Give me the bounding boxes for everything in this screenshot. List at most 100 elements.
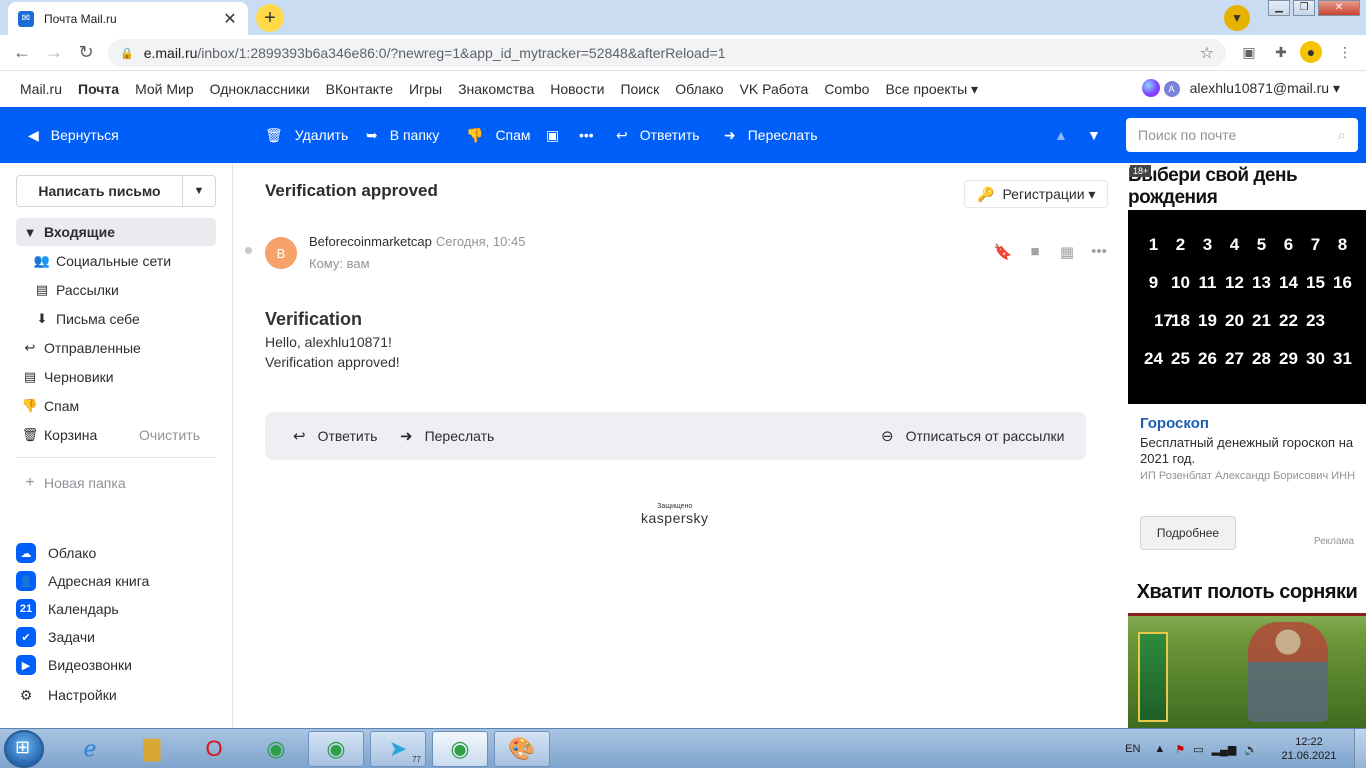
start-button[interactable] — [4, 730, 44, 768]
ad-more-button[interactable]: Подробнее — [1140, 516, 1236, 550]
birthday-banner[interactable]: 18+ Выбери свой день рождения 1234567891… — [1128, 163, 1366, 404]
previous-letter-button[interactable]: ▲ — [1054, 107, 1068, 163]
next-letter-button[interactable]: ▼ — [1087, 107, 1101, 163]
date-cell[interactable]: 28 — [1248, 349, 1275, 369]
chrome-window-icon[interactable]: ◉ — [308, 731, 364, 767]
download-icon[interactable]: ▼ — [1224, 5, 1250, 31]
weeds-banner[interactable]: Хватит полоть сорняки — [1128, 572, 1366, 728]
date-cell[interactable]: 24 — [1140, 349, 1167, 369]
new-tab-button[interactable]: + — [256, 4, 284, 32]
category-tag[interactable]: 🔑 Регистрации ▾ — [964, 180, 1109, 208]
flag-icon[interactable]: ⚑ — [1175, 743, 1185, 756]
url-field[interactable]: 🔒 e.mail.ru/inbox/1:2899393b6a346e86:0/?… — [108, 39, 1226, 67]
language-indicator[interactable]: EN — [1125, 743, 1140, 755]
date-cell[interactable]: 14 — [1275, 273, 1302, 293]
portal-link-vk[interactable]: ВКонтакте — [326, 81, 393, 97]
profile-icon[interactable]: ● — [1300, 41, 1322, 63]
sidebar-item-to-self[interactable]: ⬇ Письма себе — [16, 305, 216, 333]
date-cell[interactable]: 12 — [1221, 273, 1248, 293]
portal-link-moy-mir[interactable]: Мой Мир — [135, 81, 194, 97]
network-icon[interactable]: ▂▄▆ — [1212, 743, 1237, 756]
paint-icon[interactable]: 🎨 — [494, 731, 550, 767]
sidebar-item-drafts[interactable]: ▤ Черновики — [16, 363, 216, 391]
device-icon[interactable]: ▭ — [1193, 743, 1203, 756]
browser-tab[interactable]: ✉ Почта Mail.ru ✕ — [8, 2, 248, 35]
forward-arrow-icon[interactable]: → — [38, 42, 70, 63]
reply-button[interactable]: ↩ Ответить — [293, 412, 377, 460]
date-cell[interactable]: 10 — [1167, 273, 1194, 293]
date-cell[interactable]: 6 — [1275, 235, 1302, 255]
app-cloud[interactable]: ☁ Облако — [16, 539, 96, 567]
close-window-button[interactable]: ✕ — [1318, 0, 1360, 16]
date-cell[interactable]: 30 — [1302, 349, 1329, 369]
sender-name[interactable]: Beforecoinmarketcap — [309, 234, 432, 249]
app-address-book[interactable]: 👤 Адресная книга — [16, 567, 149, 595]
date-cell[interactable]: 7 — [1302, 235, 1329, 255]
video-camera-icon[interactable]: ■ — [1019, 243, 1051, 261]
date-cell[interactable]: 8 — [1329, 235, 1356, 255]
date-cell[interactable]: 18 — [1167, 311, 1194, 331]
date-cell[interactable]: 29 — [1275, 349, 1302, 369]
sidebar-item-social[interactable]: 👥 Социальные сети — [16, 247, 216, 275]
date-cell[interactable]: 9 — [1140, 273, 1167, 293]
date-cell[interactable]: 22 — [1275, 311, 1302, 331]
date-cell[interactable]: 26 — [1194, 349, 1221, 369]
date-cell[interactable]: 4 — [1221, 235, 1248, 255]
sidebar-item-sent[interactable]: ↩ Отправленные — [16, 334, 216, 362]
ad-title[interactable]: Гороскоп — [1140, 415, 1209, 432]
date-cell[interactable]: 27 — [1221, 349, 1248, 369]
forward-button[interactable]: ➜ Переслать — [724, 107, 818, 163]
back-arrow-icon[interactable]: ← — [6, 42, 38, 63]
portal-link-mailru[interactable]: Mail.ru — [20, 81, 62, 97]
show-desktop-button[interactable] — [1354, 729, 1366, 768]
compose-dropdown-icon[interactable]: ▼ — [183, 176, 215, 206]
move-to-folder-button[interactable]: ➥ В папку — [366, 107, 439, 163]
portal-link-all-projects[interactable]: Все проекты ▾ — [885, 81, 978, 98]
puzzle-icon[interactable]: ✚ — [1270, 41, 1292, 63]
portal-link-pochta[interactable]: Почта — [78, 81, 119, 97]
reload-icon[interactable]: ↻ — [70, 42, 102, 63]
date-cell[interactable]: 23 — [1302, 311, 1329, 331]
compose-button[interactable]: Написать письмо — [17, 176, 183, 206]
spam-button[interactable]: 👎 Спам — [466, 107, 531, 163]
new-folder-button[interactable]: + Новая папка — [16, 471, 125, 495]
read-status-dot[interactable] — [245, 247, 252, 254]
back-button[interactable]: ◀ Вернуться — [28, 107, 119, 163]
portal-link-cloud[interactable]: Облако — [675, 81, 723, 97]
date-cell[interactable]: 15 — [1302, 273, 1329, 293]
date-cell[interactable]: 19 — [1194, 311, 1221, 331]
extension-icon[interactable]: ▣ — [1238, 41, 1260, 63]
date-cell[interactable]: 16 — [1329, 273, 1356, 293]
chrome-icon[interactable]: ◉ — [248, 731, 304, 767]
file-explorer-icon[interactable]: ▇ — [124, 731, 180, 767]
date-cell[interactable]: 1 — [1140, 235, 1167, 255]
bookmark-icon[interactable]: 🔖 — [987, 243, 1019, 261]
menu-dots-icon[interactable]: ⋮ — [1334, 41, 1356, 63]
marusia-icon[interactable] — [1142, 79, 1160, 97]
telegram-icon[interactable]: ➤ 77 — [370, 731, 426, 767]
show-hidden-icons-icon[interactable]: ▲ — [1154, 743, 1165, 755]
chrome-active-icon[interactable]: ◉ — [432, 731, 488, 767]
more-button[interactable]: ••• — [579, 107, 594, 163]
unsubscribe-button[interactable]: ⊖ Отписаться от рассылки — [881, 412, 1064, 460]
portal-link-dating[interactable]: Знакомства — [458, 81, 534, 97]
sidebar-item-trash[interactable]: 🗑 Корзина Очистить — [16, 421, 216, 449]
maximize-button[interactable]: ❐ — [1293, 0, 1315, 16]
sidebar-item-newsletters[interactable]: ▤ Рассылки — [16, 276, 216, 304]
portal-link-vk-work[interactable]: VK Работа — [740, 81, 809, 97]
date-cell[interactable]: 3 — [1194, 235, 1221, 255]
app-tasks[interactable]: ✔ Задачи — [16, 623, 95, 651]
date-cell[interactable]: 21 — [1248, 311, 1275, 331]
sidebar-item-inbox[interactable]: ▼ Входящие — [16, 218, 216, 246]
app-video-calls[interactable]: ▶ Видеозвонки — [16, 651, 132, 679]
more-dots-icon[interactable]: ••• — [1083, 243, 1115, 261]
date-cell[interactable]: 31 — [1329, 349, 1356, 369]
portal-link-search[interactable]: Поиск — [620, 81, 659, 97]
app-settings[interactable]: ⚙ Настройки — [16, 681, 117, 709]
calendar-icon[interactable]: ▦ — [1051, 243, 1083, 261]
minimize-button[interactable]: ▁ — [1268, 0, 1290, 16]
reply-button[interactable]: ↩ Ответить — [616, 107, 700, 163]
portal-link-ok[interactable]: Одноклассники — [210, 81, 310, 97]
search-input[interactable] — [1138, 127, 1338, 143]
portal-link-games[interactable]: Игры — [409, 81, 442, 97]
